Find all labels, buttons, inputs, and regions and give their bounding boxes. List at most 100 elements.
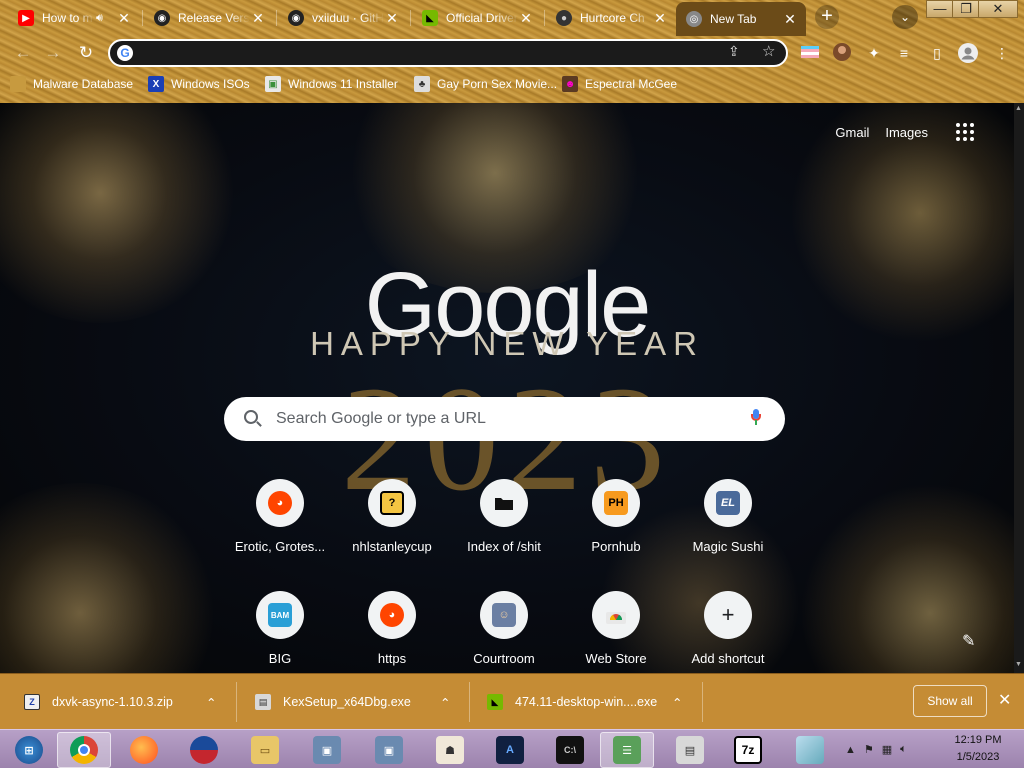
taskbar-obama-app[interactable] [177, 732, 231, 768]
webstore-icon [604, 603, 628, 627]
show-all-downloads-button[interactable]: Show all [913, 685, 987, 717]
flag-icon[interactable]: ⚑ [864, 743, 874, 756]
tab-title: Hurtcore Ch [580, 11, 645, 25]
shortcut-tile[interactable]: ☺ Courtroom [448, 585, 560, 673]
taskbar-network-app-2[interactable]: ▣ [362, 732, 416, 768]
close-icon[interactable]: ✕ [782, 11, 798, 27]
tab-separator [142, 10, 143, 26]
taskbar-network-app[interactable]: ▣ [300, 732, 354, 768]
download-menu-chevron-icon[interactable]: ⌃ [206, 684, 216, 720]
pixel-character-icon: ☗ [436, 736, 464, 764]
nvidia-icon: ◣ [487, 694, 503, 710]
taskbar-cmd[interactable]: C:\ [543, 732, 597, 768]
el-icon: EL [716, 491, 740, 515]
shortcut-tile[interactable]: PH Pornhub [560, 473, 672, 585]
gmail-link[interactable]: Gmail [835, 125, 869, 140]
profile-avatar-icon[interactable] [958, 43, 978, 63]
close-icon[interactable]: ✕ [116, 10, 132, 26]
microphone-icon[interactable] [751, 409, 761, 425]
shortcut-icon-circle: + [704, 591, 752, 639]
taskbar-pixel-app[interactable]: ☗ [423, 732, 477, 768]
browser-frame: ▶ How to m 🔊︎ ✕ ◉ Release Versions ✕ ◉ v… [0, 0, 1024, 103]
add-shortcut-tile[interactable]: + Add shortcut [672, 585, 784, 673]
download-menu-chevron-icon[interactable]: ⌃ [672, 684, 682, 720]
shortcut-icon-circle: ☺ [480, 591, 528, 639]
show-hidden-icons-icon[interactable]: ▲ [845, 744, 856, 756]
address-input[interactable] [142, 43, 722, 63]
close-icon[interactable]: ✕ [250, 10, 266, 26]
a-logo-icon: A [496, 736, 524, 764]
google-apps-icon[interactable] [956, 123, 974, 141]
taskbar-7zip[interactable]: 7z [721, 732, 775, 768]
bookmark-item[interactable]: ☻ Espectral McGee [562, 74, 677, 94]
download-menu-chevron-icon[interactable]: ⌃ [440, 684, 450, 720]
forward-button[interactable]: → [40, 40, 66, 66]
shortcut-tile[interactable]: BAM BIG [224, 585, 336, 673]
tab-new-tab[interactable]: ◎ New Tab ✕ [676, 2, 806, 36]
taskbar-dark-app[interactable]: A [483, 732, 537, 768]
zip-icon: Z [24, 694, 40, 710]
bookmark-item[interactable]: ♣ Gay Porn Sex Movie... [414, 74, 557, 94]
shortcut-tile[interactable]: Web Store [560, 585, 672, 673]
start-button[interactable]: ⊞ [2, 732, 56, 768]
volume-icon[interactable]: 🔈︎ [900, 743, 907, 756]
menu-kebab-icon[interactable]: ⋮ [992, 43, 1012, 63]
shortcut-label: Erotic, Grotes... [234, 539, 326, 554]
close-icon[interactable]: ✕ [652, 10, 668, 26]
download-item[interactable]: ◣ 474.11-desktop-win....exe [487, 684, 657, 720]
bookmark-star-icon[interactable]: ☆ [762, 42, 775, 60]
taskbar-users-app[interactable]: ☰ [600, 732, 654, 768]
omnibox[interactable]: G ⇪ ☆ [108, 39, 788, 67]
scroll-up-icon[interactable]: ▲ [1015, 105, 1022, 112]
flag-extension-icon[interactable] [800, 43, 820, 63]
shortcut-tile[interactable]: Index of /shit [448, 473, 560, 585]
network-icon[interactable]: ▦ [882, 743, 892, 756]
ph-icon: PH [604, 491, 628, 515]
side-panel-icon[interactable]: ▯ [927, 43, 947, 63]
taskbar-notepad[interactable] [783, 732, 837, 768]
shortcut-tile[interactable]: EL Magic Sushi [672, 473, 784, 585]
back-button[interactable]: ← [10, 40, 36, 66]
taskbar-explorer[interactable]: ▭ [238, 732, 292, 768]
download-item[interactable]: ▤ KexSetup_x64Dbg.exe [255, 684, 411, 720]
tab-github-releases[interactable]: ◉ Release Versions ✕ [144, 4, 274, 32]
speaker-icon[interactable]: 🔊︎ [96, 12, 110, 25]
taskbar-printer-app[interactable]: ▤ [663, 732, 717, 768]
tab-search-button[interactable]: ⌄ [892, 5, 918, 29]
bookmarks-bar: Malware Database X Windows ISOs ▣ Window… [0, 72, 1024, 96]
page-scrollbar[interactable]: ▲ ▼ [1014, 103, 1024, 673]
tab-official-drivers[interactable]: ◣ Official Drivers ✕ [412, 4, 542, 32]
puzzle-extensions-icon[interactable]: ✦ [864, 43, 884, 63]
avatar-extension-icon[interactable] [832, 43, 852, 63]
taskbar-chrome[interactable] [57, 732, 111, 768]
bookmark-item[interactable]: Malware Database [10, 74, 133, 94]
images-link[interactable]: Images [885, 125, 928, 140]
customize-pencil-icon[interactable]: ✎ [962, 631, 975, 651]
bookmark-item[interactable]: ▣ Windows 11 Installer [265, 74, 398, 94]
shortcut-tile[interactable]: ◕ https [336, 585, 448, 673]
new-tab-button[interactable]: + [815, 5, 839, 29]
bookmark-item[interactable]: X Windows ISOs [148, 74, 250, 94]
close-icon[interactable]: ✕ [518, 10, 534, 26]
exe-icon: ▤ [255, 694, 271, 710]
tab-github-vxiiduu[interactable]: ◉ vxiiduu · GitHub ✕ [278, 4, 408, 32]
search-input[interactable] [276, 409, 736, 429]
window-close-button[interactable]: ✕ [978, 0, 1018, 18]
download-item[interactable]: Z dxvk-async-1.10.3.zip [24, 684, 173, 720]
share-icon[interactable]: ⇪ [728, 43, 740, 60]
tab-youtube[interactable]: ▶ How to m 🔊︎ ✕ [8, 4, 140, 32]
minimize-button[interactable]: — [926, 0, 954, 18]
reload-button[interactable]: ↻ [73, 40, 99, 66]
reading-list-icon[interactable]: ≡ [894, 43, 914, 63]
clock[interactable]: 12:19 PM 1/5/2023 [944, 732, 1012, 766]
tab-hurtcore[interactable]: ● Hurtcore Ch ✕ [546, 4, 676, 32]
close-shelf-icon[interactable]: ✕ [998, 690, 1011, 710]
maximize-button[interactable]: ❐ [952, 0, 980, 18]
shortcut-tile[interactable]: ◕ Erotic, Grotes... [224, 473, 336, 585]
chrome-icon [70, 736, 98, 764]
close-icon[interactable]: ✕ [384, 10, 400, 26]
taskbar-firefox[interactable] [117, 732, 171, 768]
scroll-down-icon[interactable]: ▼ [1015, 661, 1022, 668]
shortcut-tile[interactable]: ? nhlstanleycup [336, 473, 448, 585]
search-box[interactable] [224, 397, 785, 441]
